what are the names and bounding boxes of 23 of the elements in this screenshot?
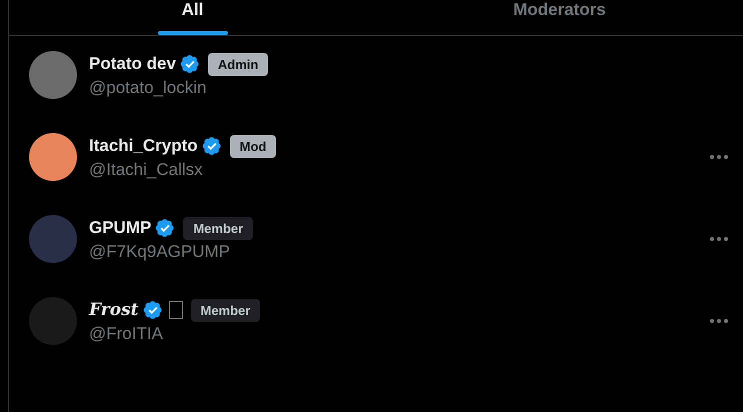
more-dots-icon <box>709 318 729 324</box>
user-name: Frost <box>89 300 138 320</box>
role-badge: Admin <box>208 52 268 76</box>
user-handle: @Itachi_Callsx <box>89 160 204 180</box>
role-badge: Member <box>190 298 260 322</box>
tab[interactable]: Moderators <box>376 0 743 35</box>
user-handle: @potato_lockin <box>89 78 208 98</box>
role-badge: Member <box>183 216 254 240</box>
avatar-photo-placeholder[interactable] <box>29 51 77 99</box>
role-badge: Mod <box>230 134 276 158</box>
avatar-photo-placeholder[interactable] <box>29 133 77 181</box>
verified-badge-icon <box>142 300 162 320</box>
more-dots-icon <box>709 236 729 242</box>
more-dots-icon <box>709 154 729 160</box>
user-name: Potato dev <box>89 54 176 74</box>
user-name: GPUMP <box>89 218 152 238</box>
tab[interactable]: All <box>9 0 376 35</box>
verified-badge-icon <box>155 218 176 238</box>
user-handle: @FroITIA <box>89 324 164 344</box>
verified-badge-icon <box>202 136 222 156</box>
verified-badge-icon <box>180 54 200 74</box>
user-name: Itachi_Crypto <box>89 136 198 156</box>
user-handle: @F7Kq9AGPUMP <box>89 242 232 262</box>
